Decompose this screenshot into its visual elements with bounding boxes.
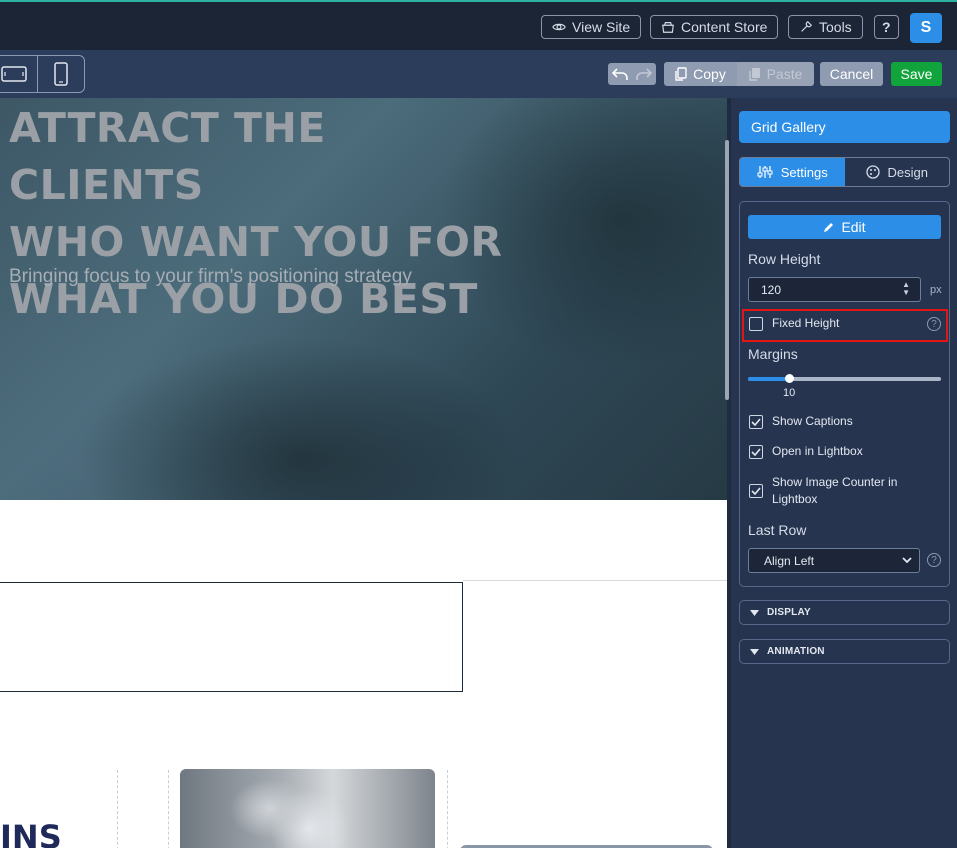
column-guide: [168, 770, 169, 848]
edit-label: Edit: [841, 219, 866, 235]
tab-design[interactable]: Design: [845, 158, 950, 186]
copy-button[interactable]: Copy: [664, 62, 737, 86]
hero-subtitle: Bringing focus to your firm's positionin…: [9, 266, 412, 287]
open-lightbox-label: Open in Lightbox: [772, 444, 863, 458]
margins-value: 10: [783, 387, 796, 399]
canvas-scrollbar[interactable]: [725, 140, 729, 400]
mobile-button[interactable]: [37, 56, 84, 92]
tab-design-label: Design: [887, 164, 928, 180]
save-button[interactable]: Save: [891, 62, 942, 86]
content-store-button[interactable]: Content Store: [650, 15, 779, 39]
image-counter-label: Show Image Counter in Lightbox: [772, 474, 897, 508]
wrench-icon: [801, 21, 812, 32]
check-icon: [751, 487, 761, 495]
row-height-value: 120: [761, 282, 782, 297]
paste-button[interactable]: Paste: [737, 62, 814, 86]
margins-slider-fill: [748, 377, 789, 381]
show-captions-checkbox[interactable]: [749, 415, 763, 429]
image-counter-label-line: Lightbox: [772, 492, 818, 506]
avatar[interactable]: S: [910, 13, 942, 43]
redo-button[interactable]: [632, 63, 656, 85]
section-heading: INS: [0, 818, 62, 848]
check-icon: [751, 448, 761, 456]
undo-redo-group: [608, 63, 656, 85]
copy-label: Copy: [693, 66, 726, 82]
display-section-label: DISPLAY: [767, 607, 811, 618]
empty-module-box[interactable]: [0, 582, 463, 692]
device-switcher: [0, 55, 85, 93]
panel-title: Grid Gallery: [739, 111, 950, 143]
paste-icon: [748, 68, 760, 81]
tablet-landscape-icon: [1, 66, 27, 82]
chevron-down-icon: [902, 557, 912, 564]
row-height-input[interactable]: 120 ▲ ▼: [748, 277, 921, 302]
caret-down-icon: [750, 609, 759, 616]
view-site-label: View Site: [572, 19, 631, 35]
paste-label: Paste: [766, 66, 803, 82]
help-icon[interactable]: ?: [927, 553, 941, 567]
copy-icon: [675, 67, 687, 81]
animation-section-toggle[interactable]: ANIMATION: [739, 639, 950, 664]
hero-section[interactable]: ATTRACT THE CLIENTS WHO WANT YOU FOR WHA…: [0, 98, 727, 500]
display-section-toggle[interactable]: DISPLAY: [739, 600, 950, 625]
fixed-height-label: Fixed Height: [772, 316, 840, 330]
top-bar: View Site Content Store Tools ? S: [0, 0, 957, 50]
divider: [463, 580, 727, 581]
row-height-unit: px: [930, 284, 942, 296]
hero-title-line: WHO WANT YOU FOR: [9, 218, 503, 266]
undo-icon: [612, 68, 628, 80]
fixed-height-checkbox[interactable]: [749, 317, 763, 331]
edit-button[interactable]: Edit: [748, 215, 941, 239]
margins-label: Margins: [748, 346, 798, 362]
stepper-arrows-icon[interactable]: ▲ ▼: [902, 281, 910, 297]
palette-icon: [865, 165, 880, 179]
cancel-button[interactable]: Cancel: [820, 62, 883, 86]
gallery-image[interactable]: [180, 769, 435, 848]
redo-icon: [636, 68, 652, 80]
page-canvas[interactable]: ATTRACT THE CLIENTS WHO WANT YOU FOR WHA…: [0, 98, 727, 848]
open-lightbox-checkbox[interactable]: [749, 445, 763, 459]
last-row-select[interactable]: Align Left: [748, 548, 920, 573]
margins-slider-handle[interactable]: [785, 374, 794, 383]
hero-title: ATTRACT THE CLIENTS WHO WANT YOU FOR WHA…: [9, 100, 529, 328]
image-counter-checkbox[interactable]: [749, 484, 763, 498]
last-row-value: Align Left: [764, 553, 815, 568]
row-height-label: Row Height: [748, 251, 821, 267]
column-guide: [447, 770, 448, 848]
undo-button[interactable]: [608, 63, 632, 85]
tab-settings-label: Settings: [780, 164, 828, 180]
help-button[interactable]: ?: [874, 15, 899, 39]
store-icon: [662, 22, 674, 33]
caret-down-icon: [750, 648, 759, 655]
view-site-button[interactable]: View Site: [541, 15, 642, 39]
help-icon[interactable]: ?: [927, 317, 941, 331]
eye-icon: [552, 23, 566, 31]
tools-button[interactable]: Tools: [788, 15, 863, 39]
tablet-landscape-button[interactable]: [0, 56, 37, 92]
tab-settings[interactable]: Settings: [740, 158, 845, 186]
image-counter-label-line: Show Image Counter in: [772, 475, 898, 489]
panel-tabs: Settings Design: [739, 157, 950, 187]
column-guide: [117, 770, 118, 848]
hero-title-line: ATTRACT THE CLIENTS: [9, 104, 326, 209]
check-icon: [751, 418, 761, 426]
tools-label: Tools: [819, 19, 852, 35]
mobile-icon: [54, 62, 68, 86]
sliders-icon: [757, 166, 773, 178]
content-store-label: Content Store: [681, 19, 768, 35]
last-row-label: Last Row: [748, 522, 807, 538]
help-label: ?: [882, 19, 891, 35]
pencil-icon: [824, 223, 834, 232]
animation-section-label: ANIMATION: [767, 646, 825, 657]
show-captions-label: Show Captions: [772, 414, 853, 428]
